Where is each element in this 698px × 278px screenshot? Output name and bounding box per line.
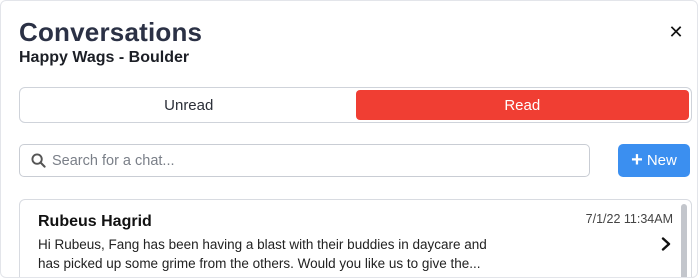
page-title: Conversations: [19, 17, 203, 47]
tab-read[interactable]: Read: [355, 90, 689, 120]
plus-icon: +: [631, 148, 643, 171]
search-box: [19, 144, 590, 177]
location-subtitle: Happy Wags - Boulder: [19, 49, 190, 66]
scrollbar[interactable]: [681, 204, 687, 277]
conversation-preview: Hi Rubeus, Fang has been having a blast …: [38, 235, 518, 273]
search-icon: [31, 153, 46, 168]
new-chat-button-label: New: [646, 152, 677, 169]
read-filter-toggle: Unread Read: [19, 87, 692, 123]
search-input[interactable]: [52, 152, 572, 169]
new-chat-button[interactable]: + New: [618, 144, 690, 177]
tab-unread[interactable]: Unread: [22, 90, 356, 120]
conversation-preview-line-1: Hi Rubeus, Fang has been having a blast …: [38, 237, 487, 252]
conversation-list: Rubeus Hagrid 7/1/22 11:34AM Hi Rubeus, …: [19, 199, 692, 277]
conversation-timestamp: 7/1/22 11:34AM: [585, 212, 673, 226]
conversation-contact-name: Rubeus Hagrid: [38, 213, 152, 230]
conversations-panel: Conversations Happy Wags - Boulder ✕ Unr…: [0, 0, 698, 278]
conversation-item[interactable]: Rubeus Hagrid 7/1/22 11:34AM Hi Rubeus, …: [20, 200, 691, 277]
close-icon[interactable]: ✕: [667, 23, 685, 41]
conversation-preview-line-2: has picked up some grime from the others…: [38, 256, 481, 271]
chevron-right-icon[interactable]: [661, 237, 671, 251]
